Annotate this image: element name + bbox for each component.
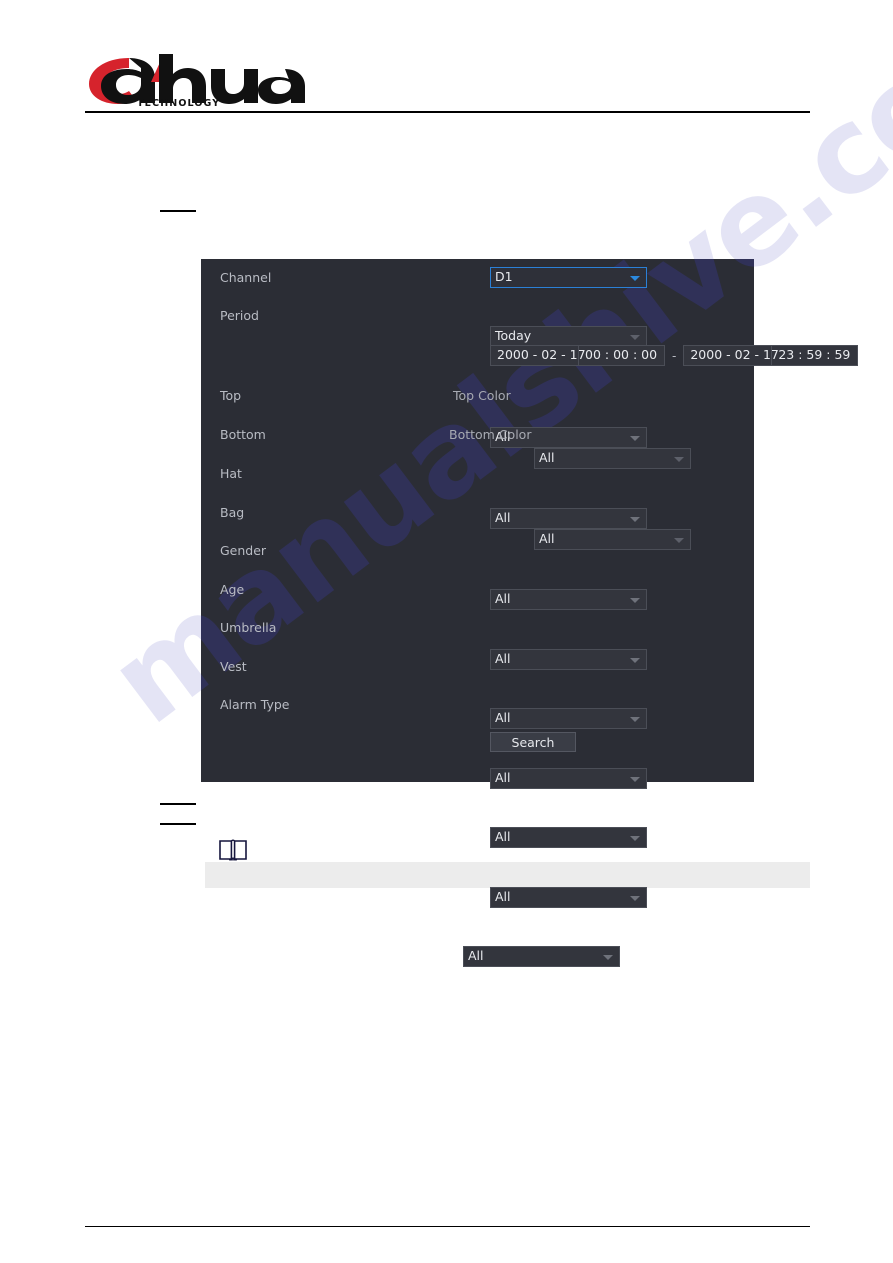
open-book-icon [218, 838, 248, 862]
umbrella-select[interactable]: All [490, 827, 647, 848]
row-bottom-color: Bottom Color [449, 427, 532, 442]
chevron-down-icon [630, 776, 640, 782]
start-date-value: 2000 - 02 - 17 [497, 347, 586, 363]
row-alarm-type: Alarm Type [220, 697, 290, 712]
label-vest: Vest [220, 659, 247, 674]
section-heading-bar [160, 823, 196, 825]
row-vest: Vest [220, 659, 292, 674]
vest-value: All [495, 889, 511, 905]
label-period: Period [220, 308, 259, 323]
brand-sub-text: TECHNOLOGY [137, 98, 220, 108]
hat-select[interactable]: All [490, 589, 647, 610]
bag-select[interactable]: All [490, 649, 647, 670]
chevron-down-icon [630, 597, 640, 603]
chevron-down-icon [630, 275, 640, 281]
row-channel: Channel [220, 270, 292, 285]
search-button[interactable]: Search [490, 732, 576, 752]
row-top-color: Top Color [453, 388, 511, 403]
chevron-down-icon [630, 835, 640, 841]
chevron-down-icon [630, 657, 640, 663]
bottom-color-select[interactable]: All [534, 529, 691, 550]
section-heading-bar [160, 210, 196, 212]
label-hat: Hat [220, 466, 242, 481]
row-bottom: Bottom [220, 427, 292, 442]
bottom-select[interactable]: All [490, 508, 647, 529]
label-bottom: Bottom [220, 427, 266, 442]
start-time-value: 00 : 00 : 00 [585, 347, 658, 363]
chevron-down-icon [630, 334, 640, 340]
vest-select[interactable]: All [490, 887, 647, 908]
chevron-down-icon [630, 516, 640, 522]
chevron-down-icon [630, 435, 640, 441]
row-umbrella: Umbrella [220, 620, 292, 635]
label-bottom-color: Bottom Color [449, 427, 532, 442]
gender-value: All [495, 710, 511, 726]
channel-select[interactable]: D1 [490, 267, 647, 288]
row-hat: Hat [220, 466, 292, 481]
top-color-select[interactable]: All [534, 448, 691, 469]
label-alarm-type: Alarm Type [220, 697, 290, 712]
header-rule [85, 111, 810, 113]
footer-rule [85, 1226, 810, 1227]
range-separator: - [672, 348, 677, 363]
chevron-down-icon [630, 716, 640, 722]
end-time-value: 23 : 59 : 59 [778, 347, 851, 363]
note-body [205, 862, 810, 888]
bottom-value: All [495, 510, 511, 526]
label-top-color: Top Color [453, 388, 511, 403]
row-period: Period [220, 308, 292, 323]
dahua-logo: TECHNOLOGY [85, 52, 315, 108]
section-heading-bar [160, 803, 196, 805]
label-top: Top [220, 388, 242, 403]
end-date-value: 2000 - 02 - 17 [690, 347, 779, 363]
label-bag: Bag [220, 505, 245, 520]
alarm-type-select[interactable]: All [463, 946, 620, 967]
gender-select[interactable]: All [490, 708, 647, 729]
chevron-down-icon [674, 456, 684, 462]
human-search-dialog: manualshive.com Channel D1 Period Today … [201, 259, 859, 967]
label-age: Age [220, 582, 245, 597]
end-datetime-field[interactable]: 2000 - 02 - 17 23 : 59 : 59 [683, 345, 859, 366]
age-select[interactable]: All [490, 768, 647, 789]
umbrella-value: All [495, 829, 511, 845]
bottom-color-value: All [539, 531, 555, 547]
row-age: Age [220, 582, 292, 597]
label-umbrella: Umbrella [220, 620, 277, 635]
period-select[interactable]: Today [490, 326, 647, 347]
channel-value: D1 [495, 269, 513, 285]
start-datetime-field[interactable]: 2000 - 02 - 17 00 : 00 : 00 [490, 345, 665, 366]
period-range: 2000 - 02 - 17 00 : 00 : 00 - 2000 - 02 … [490, 345, 859, 366]
hat-value: All [495, 591, 511, 607]
top-color-value: All [539, 450, 555, 466]
age-value: All [495, 770, 511, 786]
period-value: Today [495, 328, 532, 344]
chevron-down-icon [603, 954, 613, 960]
row-bag: Bag [220, 505, 292, 520]
row-gender: Gender [220, 543, 292, 558]
chevron-down-icon [674, 537, 684, 543]
chevron-down-icon [630, 895, 640, 901]
label-channel: Channel [220, 270, 272, 285]
dialog-watermark-text: manualshive.com [201, 259, 754, 751]
bag-value: All [495, 651, 511, 667]
label-gender: Gender [220, 543, 267, 558]
alarm-type-value: All [468, 948, 484, 964]
row-top: Top [220, 388, 292, 403]
